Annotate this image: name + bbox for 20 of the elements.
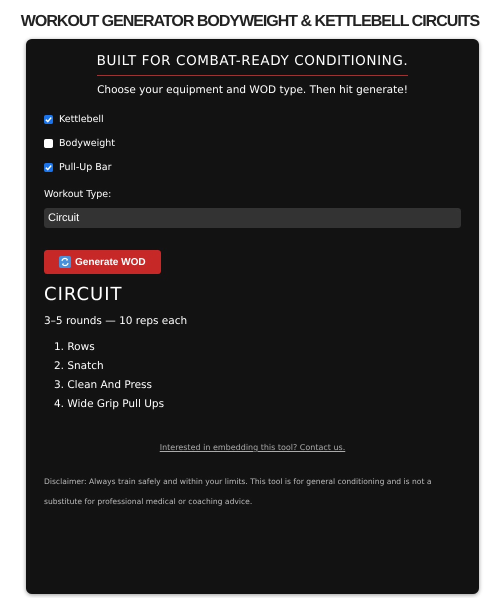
exercise-item: 2. Snatch (54, 360, 105, 372)
checkbox-label: Kettlebell (59, 114, 104, 125)
checkbox[interactable] (44, 115, 53, 124)
exercise-item: 1. Rows (54, 341, 96, 353)
checkbox[interactable] (44, 163, 53, 172)
checkbox-label: Pull-Up Bar (59, 162, 112, 173)
generate-button[interactable]: Generate WOD (44, 250, 161, 274)
contact-link[interactable]: Interested in embedding this tool? Contact us. (160, 443, 346, 452)
refresh-icon (59, 256, 71, 268)
result-title: CIRCUIT (44, 284, 124, 305)
card-subheading: Choose your equipment and WOD type. Then hit generate! (96, 84, 409, 96)
result-scheme: 3–5 rounds — 10 reps each (44, 315, 188, 327)
card-heading: BUILT FOR COMBAT-READY CONDITIONING. (96, 53, 408, 76)
checkbox[interactable] (44, 139, 53, 148)
exercise-item: 4. Wide Grip Pull Ups (54, 398, 166, 410)
checkbox-label: Bodyweight (59, 138, 116, 149)
workout-type-select[interactable]: Circuit (44, 208, 461, 228)
exercise-item: 3. Clean And Press (54, 379, 153, 391)
field-label: Workout Type: (44, 189, 112, 200)
page-title: WORKOUT GENERATOR BODYWEIGHT & KETTLEBELL CIRCUITS (20, 12, 480, 32)
